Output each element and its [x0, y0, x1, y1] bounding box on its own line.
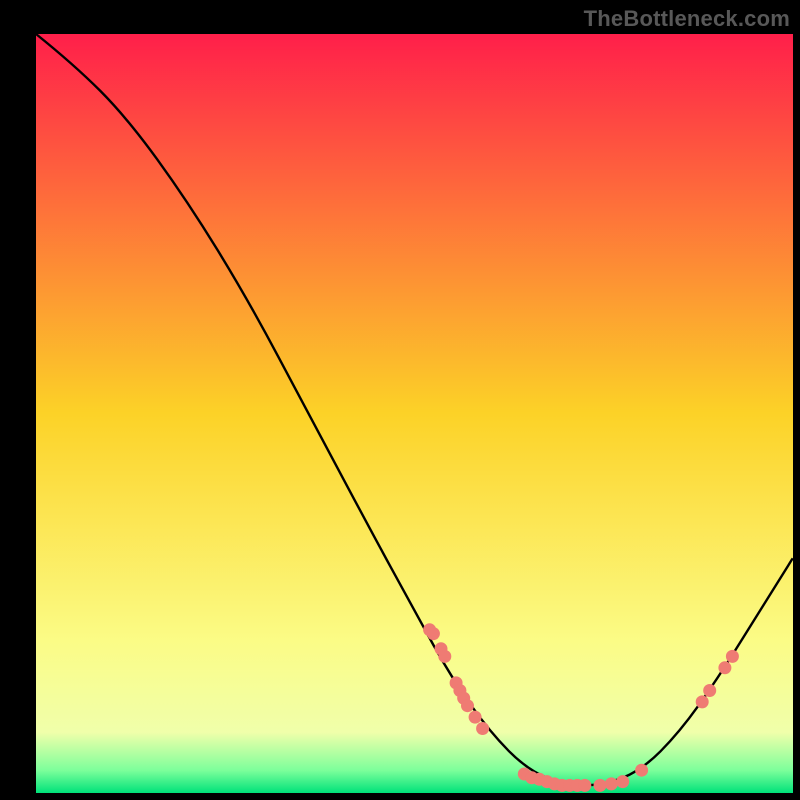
data-point [578, 779, 591, 792]
data-point [427, 627, 440, 640]
data-point [469, 711, 482, 724]
attribution-label: TheBottleneck.com [584, 6, 790, 32]
data-point [696, 695, 709, 708]
bottleneck-curve-chart [0, 0, 800, 800]
data-point [718, 661, 731, 674]
data-point [703, 684, 716, 697]
data-point [438, 650, 451, 663]
data-point [616, 775, 629, 788]
data-point [635, 764, 648, 777]
data-point [461, 699, 474, 712]
data-point [726, 650, 739, 663]
data-point [605, 777, 618, 790]
data-point [476, 722, 489, 735]
data-point [594, 779, 607, 792]
chart-container: TheBottleneck.com [0, 0, 800, 800]
